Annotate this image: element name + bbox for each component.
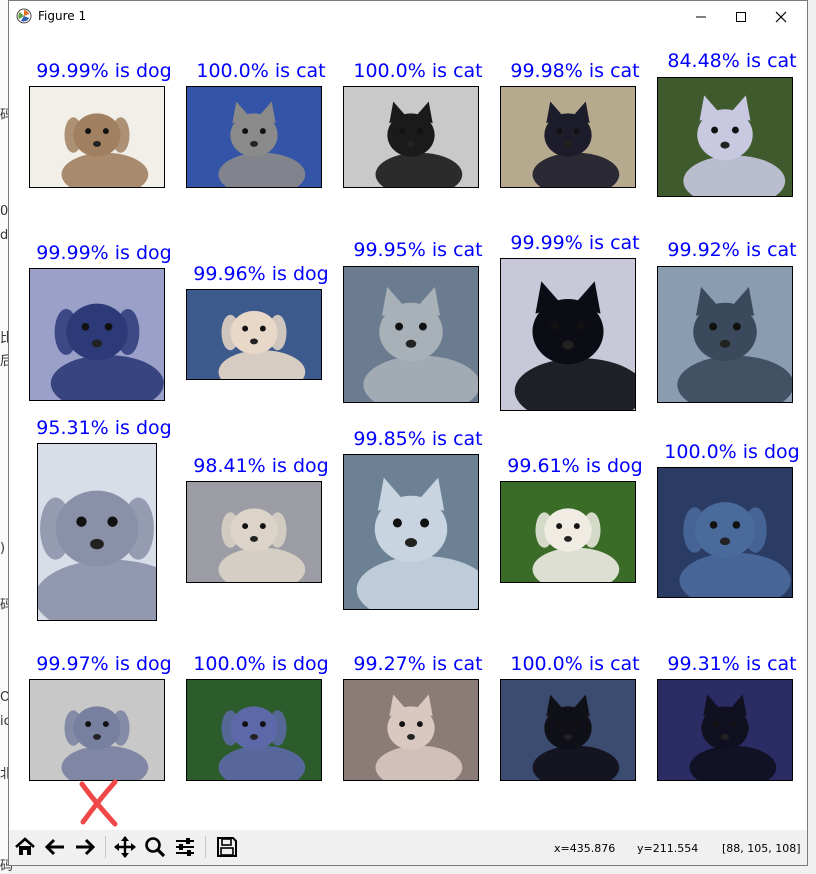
back-button[interactable] (41, 833, 69, 861)
prediction-caption: 84.48% is cat (667, 50, 797, 72)
cat-photo (343, 86, 479, 197)
minimize-button[interactable] (681, 1, 721, 32)
cat-photo (467, 258, 669, 424)
status-x: x=435.876 (554, 842, 616, 855)
dog-photo (9, 268, 185, 412)
prediction-caption: 99.85% is cat (353, 428, 483, 450)
close-icon (775, 11, 787, 22)
save-button[interactable] (213, 833, 241, 861)
dog-photo (29, 679, 165, 790)
cat-photo (657, 679, 793, 790)
cat-photo (321, 266, 501, 414)
navigation-toolbar: x=435.876 y=211.554 [88, 105, 108] (9, 830, 807, 865)
prediction-caption: 99.31% is cat (667, 653, 797, 675)
move-icon (114, 836, 136, 858)
cat-photo (186, 86, 322, 197)
prediction-caption: 99.99% is dog (36, 242, 172, 264)
cat-photo (343, 679, 479, 790)
floppy-icon (217, 837, 237, 857)
red-x-annotation (79, 779, 118, 827)
maximize-icon (736, 11, 746, 22)
cat-photo (500, 86, 636, 197)
dog-photo (500, 481, 636, 592)
prediction-caption: 100.0% is dog (664, 441, 800, 463)
cat-photo (635, 266, 815, 414)
maximize-button[interactable] (721, 1, 761, 32)
home-icon (15, 837, 35, 855)
cat-photo (500, 679, 636, 790)
figure-window: Figure 1 99.99% is dog 100.0% is cat 100.0… (0, 0, 815, 866)
prediction-caption: 99.92% is cat (667, 239, 797, 261)
toolbar-separator (205, 836, 206, 858)
zoom-button[interactable] (141, 833, 169, 861)
arrow-left-icon (44, 838, 64, 856)
toolbar-separator (105, 836, 106, 858)
dog-photo (29, 86, 165, 197)
configure-subplots-button[interactable] (171, 833, 199, 861)
forward-button[interactable] (71, 833, 99, 861)
matplotlib-icon (16, 8, 32, 24)
cat-photo (646, 77, 804, 207)
background-text: ) (0, 541, 6, 556)
sliders-icon (176, 838, 194, 856)
close-button[interactable] (761, 1, 801, 32)
status-y: y=211.554 (637, 842, 699, 855)
home-button[interactable] (11, 833, 39, 861)
arrow-right-icon (76, 838, 96, 856)
cat-photo (308, 454, 514, 623)
magnifier-icon (145, 837, 166, 858)
pan-button[interactable] (111, 833, 139, 861)
prediction-caption: 95.31% is dog (36, 417, 172, 439)
dog-photo (0, 443, 215, 636)
window-title: Figure 1 (38, 9, 87, 23)
minimize-icon (696, 16, 706, 17)
title-bar: Figure 1 (9, 1, 807, 32)
figure-canvas[interactable]: 99.99% is dog 100.0% is cat 100.0% is cat 9… (0, 32, 815, 830)
dog-photo (186, 679, 322, 790)
dog-photo (186, 284, 322, 394)
status-rgb: [88, 105, 108] (722, 842, 801, 855)
dog-photo (186, 481, 322, 592)
dog-photo (639, 467, 811, 609)
